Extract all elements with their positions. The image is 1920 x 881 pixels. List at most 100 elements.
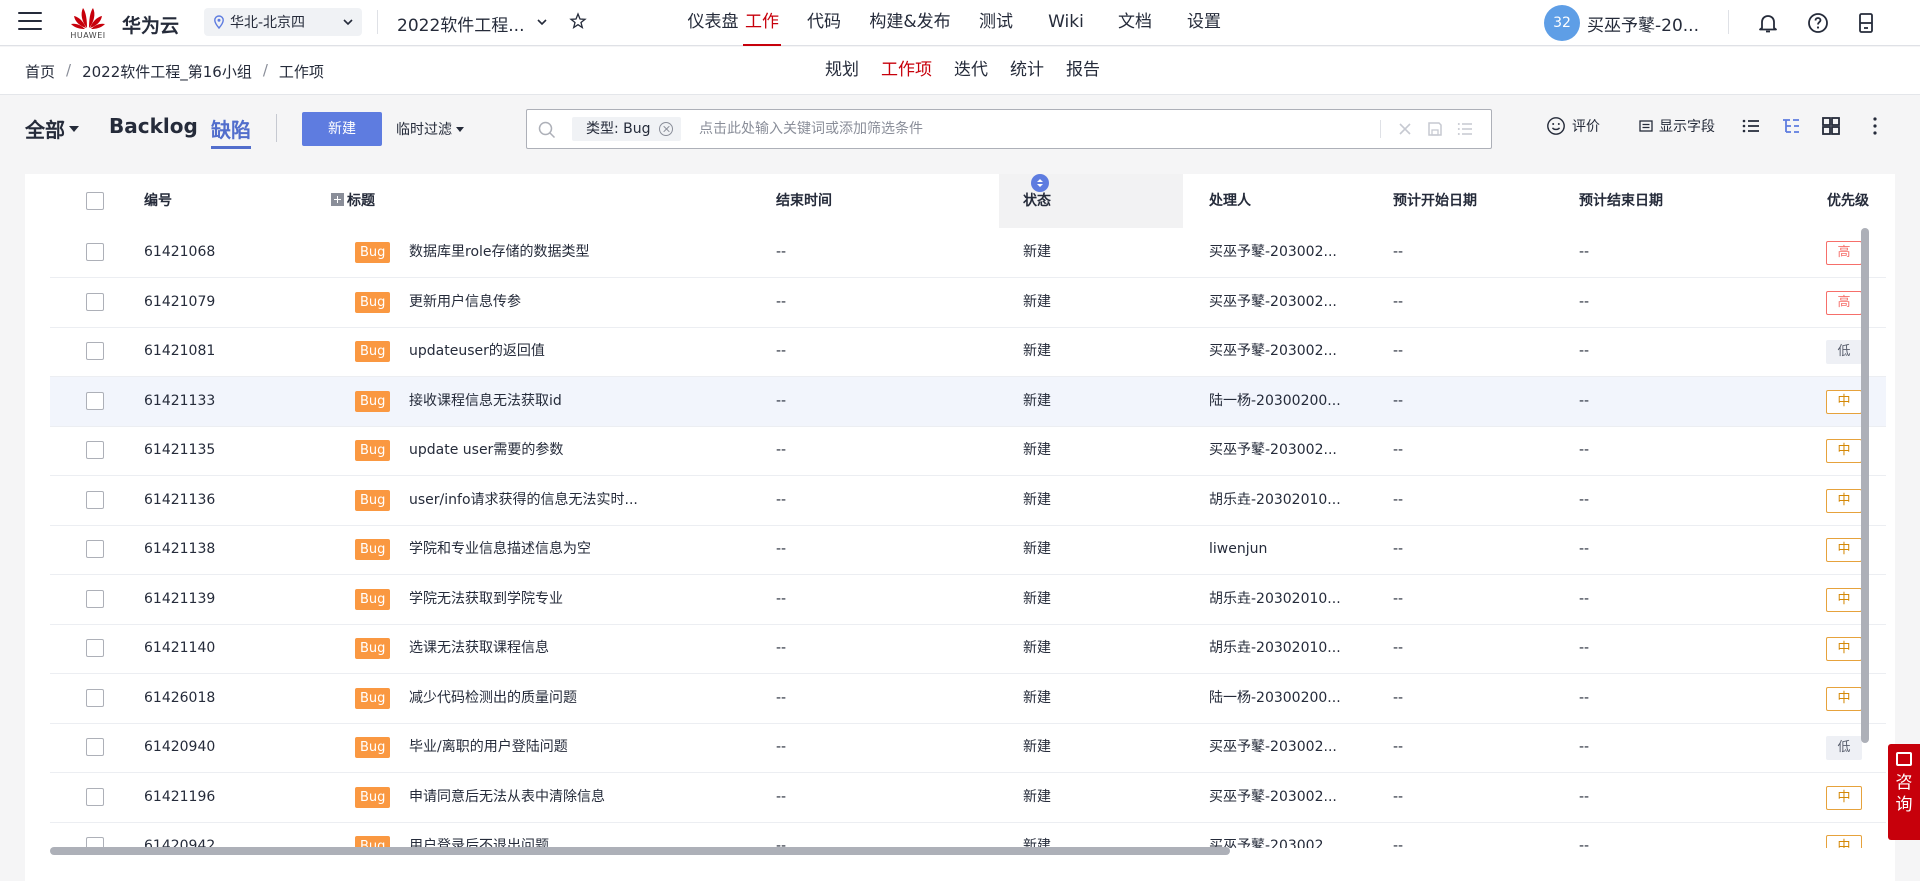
col-plan-end[interactable]: 预计结束日期: [1579, 174, 1663, 228]
col-id[interactable]: 编号: [144, 174, 172, 228]
cell-id[interactable]: 61421081: [144, 327, 215, 376]
cell-title[interactable]: 更新用户信息传参: [409, 278, 669, 327]
cell-id[interactable]: 61421068: [144, 228, 215, 277]
tab-planning[interactable]: 规划: [825, 47, 859, 95]
cell-title[interactable]: 数据库里role存储的数据类型: [409, 228, 669, 277]
cell-assignee[interactable]: 买巫予鼕-203002...: [1209, 723, 1349, 772]
cell-plan-end[interactable]: --: [1579, 575, 1589, 624]
cell-title[interactable]: user/info请求获得的信息无法实时...: [409, 476, 669, 525]
nav-code[interactable]: 代码: [805, 0, 843, 46]
nav-settings[interactable]: 设置: [1185, 0, 1223, 46]
table-row[interactable]: 61421079 Bug 更新用户信息传参 -- 新建 买巫予鼕-203002... -- -…: [50, 278, 1886, 328]
breadcrumb-home[interactable]: 首页: [25, 61, 55, 82]
huawei-logo[interactable]: HUAWEI: [68, 4, 108, 42]
table-row[interactable]: 61421140 Bug 选课无法获取课程信息 -- 新建 胡乐垚-20302010...…: [50, 624, 1886, 674]
cell-assignee[interactable]: 买巫予鼕-203002...: [1209, 773, 1349, 822]
table-row[interactable]: 61421081 Bug updateuser的返回值 -- 新建 买巫予鼕-203002…: [50, 327, 1886, 377]
tab-iterations[interactable]: 迭代: [954, 47, 988, 95]
cell-status[interactable]: 新建: [1023, 624, 1051, 673]
avatar[interactable]: 32: [1544, 5, 1580, 41]
cell-plan-end[interactable]: --: [1579, 525, 1589, 574]
cell-assignee[interactable]: 买巫予鼕-203002...: [1209, 228, 1349, 277]
saved-filters-list-icon[interactable]: [1456, 120, 1474, 138]
cell-plan-start[interactable]: --: [1393, 773, 1403, 822]
table-row[interactable]: 61421135 Bug update user需要的参数 -- 新建 买巫予鼕-2030…: [50, 426, 1886, 476]
cell-assignee[interactable]: 买巫予鼕-203002...: [1209, 426, 1349, 475]
cell-id[interactable]: 61421133: [144, 377, 215, 426]
cell-title[interactable]: 减少代码检测出的质量问题: [409, 674, 669, 723]
cell-status[interactable]: 新建: [1023, 377, 1051, 426]
tab-statistics[interactable]: 统计: [1010, 47, 1044, 95]
cell-id[interactable]: 61426018: [144, 674, 215, 723]
cell-plan-end[interactable]: --: [1579, 476, 1589, 525]
table-row[interactable]: 61421133 Bug 接收课程信息无法获取id -- 新建 陆一杨-20300200.…: [50, 376, 1886, 427]
search-input[interactable]: [699, 116, 1339, 142]
tab-work-items[interactable]: 工作项: [881, 47, 932, 95]
cell-title[interactable]: updateuser的返回值: [409, 327, 669, 376]
brand-name[interactable]: 华为云: [122, 11, 179, 38]
view-backlog-tab[interactable]: Backlog: [109, 114, 198, 138]
nav-dashboard[interactable]: 仪表盘: [683, 0, 743, 46]
horizontal-scrollbar[interactable]: [50, 847, 1230, 855]
table-row[interactable]: 61420942 Bug 用户登录后不退出问题 -- 新建 买巫予鼕-203002... -…: [50, 822, 1886, 848]
priority-badge[interactable]: 中: [1826, 488, 1862, 513]
cell-status[interactable]: 新建: [1023, 327, 1051, 376]
cell-status[interactable]: 新建: [1023, 476, 1051, 525]
region-selector[interactable]: 华北-北京四: [204, 8, 362, 36]
cell-plan-start[interactable]: --: [1393, 822, 1403, 848]
cell-status[interactable]: 新建: [1023, 278, 1051, 327]
project-name[interactable]: 2022软件工程...: [397, 11, 524, 36]
favorite-star-icon[interactable]: [569, 12, 587, 30]
nav-wiki[interactable]: Wiki: [1048, 0, 1084, 46]
tab-reports[interactable]: 报告: [1066, 47, 1100, 95]
priority-badge[interactable]: 中: [1826, 686, 1862, 711]
cell-assignee[interactable]: 买巫予鼕-203002...: [1209, 327, 1349, 376]
row-checkbox[interactable]: [86, 540, 104, 558]
cell-id[interactable]: 61420940: [144, 723, 215, 772]
priority-badge[interactable]: 中: [1826, 835, 1862, 848]
cell-assignee[interactable]: 胡乐垚-20302010...: [1209, 476, 1349, 525]
show-fields-button[interactable]: 显示字段: [1638, 116, 1715, 136]
table-row[interactable]: 61421196 Bug 申请同意后无法从表中清除信息 -- 新建 买巫予鼕-203002…: [50, 773, 1886, 823]
cell-title[interactable]: 选课无法获取课程信息: [409, 624, 669, 673]
vertical-scrollbar[interactable]: [1861, 228, 1869, 743]
priority-badge[interactable]: 高: [1826, 241, 1862, 265]
priority-badge[interactable]: 高: [1826, 290, 1862, 315]
row-checkbox[interactable]: [86, 441, 104, 459]
view-defect-tab[interactable]: 缺陷: [211, 114, 251, 149]
clear-icon[interactable]: [1396, 120, 1414, 138]
table-row[interactable]: 61421138 Bug 学院和专业信息描述信息为空 -- 新建 liwenjun -- --…: [50, 525, 1886, 575]
row-checkbox[interactable]: [86, 787, 104, 806]
cell-plan-end[interactable]: --: [1579, 377, 1589, 426]
cell-id[interactable]: 61421136: [144, 476, 215, 525]
nav-build-release[interactable]: 构建&发布: [869, 0, 951, 46]
view-all-dropdown[interactable]: 全部: [25, 114, 79, 143]
cell-plan-start[interactable]: --: [1393, 624, 1403, 673]
row-checkbox[interactable]: [86, 243, 104, 261]
row-checkbox[interactable]: [86, 391, 104, 410]
cell-plan-start[interactable]: --: [1393, 377, 1403, 426]
cell-title[interactable]: 接收课程信息无法获取id: [409, 377, 669, 426]
consult-button[interactable]: 咨 询: [1888, 744, 1920, 840]
mobile-icon[interactable]: [1854, 11, 1878, 35]
bell-icon[interactable]: [1756, 11, 1780, 35]
evaluate-button[interactable]: 评价: [1546, 116, 1600, 136]
row-checkbox[interactable]: [86, 342, 104, 360]
priority-badge[interactable]: 低: [1826, 340, 1862, 364]
more-options-icon[interactable]: [1862, 113, 1888, 139]
col-status[interactable]: 状态: [999, 174, 1183, 228]
list-view-icon[interactable]: [1738, 113, 1764, 139]
cell-title[interactable]: 学院和专业信息描述信息为空: [409, 525, 669, 574]
filter-search-box[interactable]: 类型: Bug: [526, 109, 1492, 149]
cell-status[interactable]: 新建: [1023, 575, 1051, 624]
cell-id[interactable]: 61420942: [144, 822, 215, 848]
priority-badge[interactable]: 中: [1826, 439, 1862, 463]
cell-plan-start[interactable]: --: [1393, 674, 1403, 723]
project-chevron-down-icon[interactable]: [536, 16, 548, 28]
col-title-wrap[interactable]: 标题: [331, 174, 375, 228]
temp-filter-dropdown[interactable]: 临时过滤: [396, 119, 464, 139]
username[interactable]: 买巫予鼕-20...: [1587, 11, 1699, 36]
priority-badge[interactable]: 中: [1826, 785, 1862, 810]
col-plan-start[interactable]: 预计开始日期: [1393, 174, 1477, 228]
select-all-checkbox[interactable]: [86, 192, 104, 210]
